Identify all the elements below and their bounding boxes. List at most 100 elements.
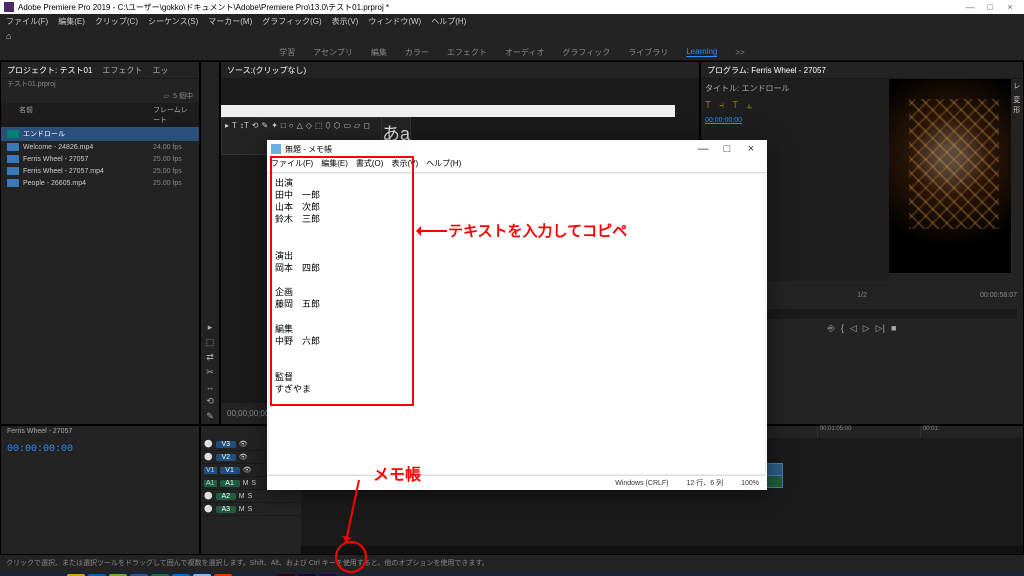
tab-etc[interactable]: エッ — [152, 65, 168, 76]
menu-sequence[interactable]: シーケンス(S) — [148, 16, 198, 27]
fit-label[interactable]: 1/2 — [857, 292, 867, 299]
app-icon — [4, 2, 14, 12]
titler-tool-icon[interactable]: ✎ — [262, 121, 269, 131]
taskbar: ⊞ ⌕ ◧ 📁 e ✉ W X O 📄 P ⌨ ◔ Ai Ae Pr 💬 📷 ⚙… — [0, 571, 1024, 576]
slip-tool-icon[interactable]: ↔ — [206, 382, 215, 392]
titler-tool-icon[interactable]: ⬡ — [334, 121, 341, 131]
tab-effects[interactable]: エフェクト — [102, 65, 142, 76]
play-button[interactable]: ▷ — [863, 323, 870, 334]
ws-learning-jp[interactable]: 学習 — [279, 47, 295, 58]
project-item[interactable]: エンドロール — [1, 127, 199, 141]
ripple-tool-icon[interactable]: ⇄ — [206, 352, 214, 363]
track-select-tool-icon[interactable]: ⬚ — [206, 337, 215, 348]
menu-marker[interactable]: マーカー(M) — [208, 16, 252, 27]
program-monitor[interactable] — [889, 79, 1011, 273]
titler-tool-icon[interactable]: T — [232, 121, 237, 131]
titler-tool-icon[interactable]: ⟲ — [252, 121, 259, 131]
item-count: 5 個中 — [173, 91, 193, 101]
notepad-textarea[interactable]: 出演 田中 一郎 山本 次郎 鈴木 三郎 演出 岡本 四郎 企画 藤岡 五郎 編… — [268, 173, 766, 475]
titler-title: タイトル: エンドロール — [705, 83, 885, 94]
titler-tool-icon[interactable]: ⬯ — [325, 121, 330, 131]
ws-editing[interactable]: 編集 — [371, 47, 387, 58]
titler-tool-icon[interactable]: ◻ — [363, 121, 370, 131]
project-panel: プロジェクト: テスト01 エフェクト エッ テスト01.prproj ▱ 5 … — [1, 62, 199, 424]
titler-tool-icon[interactable]: ▱ — [354, 121, 360, 131]
tab-program[interactable]: プログラム: Ferris Wheel - 27057 — [707, 65, 826, 76]
ws-library[interactable]: ライブラリ — [628, 47, 668, 58]
win-close[interactable]: × — [1000, 2, 1020, 12]
col-name[interactable]: 名前 — [19, 105, 153, 125]
align-icon[interactable]: ⫠ — [746, 100, 752, 111]
project-item[interactable]: Ferris Wheel - 27057.mp425.00 fps — [1, 165, 199, 177]
ws-overflow-icon[interactable]: >> — [735, 48, 744, 57]
timeline-scrollbar[interactable] — [301, 546, 1023, 554]
menu-graphics[interactable]: グラフィック(G) — [262, 16, 321, 27]
step-back-button[interactable]: ◁ — [850, 323, 857, 334]
notepad-titlebar[interactable]: 無題 - メモ帳 — □ × — [267, 140, 767, 158]
razor-tool-icon[interactable]: ✂ — [206, 367, 214, 378]
video-icon — [7, 143, 19, 151]
ws-learning-en[interactable]: Learning — [686, 47, 717, 57]
col-framerate[interactable]: フレームレート — [153, 105, 193, 125]
align-icon[interactable]: T — [732, 100, 738, 111]
project-item[interactable]: Ferris Wheel - 2705725.00 fps — [1, 153, 199, 165]
win-min[interactable]: — — [960, 2, 980, 12]
tools-panel: ▸ ⬚ ⇄ ✂ ↔ ⟲ ✎ T — [201, 62, 219, 424]
notepad-title: 無題 - メモ帳 — [285, 144, 332, 155]
np-menu-edit[interactable]: 編集(E) — [321, 158, 348, 172]
ws-assembly[interactable]: アセンブリ — [313, 47, 353, 58]
annotation-arrow — [417, 230, 447, 232]
project-item[interactable]: People - 26605.mp425.00 fps — [1, 177, 199, 189]
titler-tc[interactable]: 00;00;00;00 — [705, 117, 885, 124]
titler-tool-icon[interactable]: □ — [281, 121, 286, 131]
project-item[interactable]: Welcome - 24826.mp424.00 fps — [1, 141, 199, 153]
notepad-min[interactable]: — — [691, 143, 715, 155]
np-menu-help[interactable]: ヘルプ(H) — [426, 158, 461, 172]
titler-tool-icon[interactable]: ◇ — [306, 121, 312, 131]
ws-graphics[interactable]: グラフィック — [562, 47, 610, 58]
menu-window[interactable]: ウィンドウ(W) — [368, 16, 421, 27]
home-icon[interactable]: ⌂ — [6, 31, 11, 41]
step-fwd-button[interactable]: ▷| — [876, 323, 885, 334]
titler-tool-icon[interactable]: ▭ — [343, 121, 351, 131]
timeline-tab[interactable]: Ferris Wheel - 27057 — [1, 426, 199, 444]
ws-effects[interactable]: エフェクト — [447, 47, 487, 58]
track-header[interactable]: ⚪A2MS — [201, 490, 301, 503]
tab-project[interactable]: プロジェクト: テスト01 — [7, 65, 92, 76]
titler-tool-icon[interactable]: ↕T — [240, 121, 249, 131]
align-icon[interactable]: ⫞ — [719, 100, 724, 111]
np-menu-file[interactable]: ファイル(F) — [271, 158, 313, 172]
menu-file[interactable]: ファイル(F) — [6, 16, 48, 27]
track-header[interactable]: ⚪A3MS — [201, 503, 301, 516]
menu-view[interactable]: 表示(V) — [332, 16, 359, 27]
notepad-max[interactable]: □ — [715, 143, 739, 155]
hand-tool-icon[interactable]: ✎ — [206, 411, 214, 422]
selection-tool-icon[interactable]: ▸ — [208, 322, 213, 333]
menu-help[interactable]: ヘルプ(H) — [431, 16, 466, 27]
notepad-window[interactable]: 無題 - メモ帳 — □ × ファイル(F) 編集(E) 書式(O) 表示(V)… — [267, 140, 767, 490]
np-encoding: Windows (CRLF) — [615, 480, 668, 487]
stop-button[interactable]: ■ — [891, 323, 896, 334]
titler-tool-icon[interactable]: ⬚ — [315, 121, 323, 131]
titler-tool-icon[interactable]: ✦ — [271, 121, 278, 131]
notepad-close[interactable]: × — [739, 143, 763, 155]
win-max[interactable]: □ — [980, 2, 1000, 12]
menu-clip[interactable]: クリップ(C) — [95, 16, 138, 27]
mark-in-button[interactable]: ⎆ — [828, 323, 835, 334]
tab-source[interactable]: ソース:(クリップなし) — [227, 65, 306, 76]
notepad-menubar: ファイル(F) 編集(E) 書式(O) 表示(V) ヘルプ(H) — [267, 158, 767, 173]
menu-edit[interactable]: 編集(E) — [58, 16, 85, 27]
video-icon — [7, 155, 19, 163]
bin-filter-icon[interactable]: ▱ — [164, 92, 169, 100]
align-icon[interactable]: T — [705, 100, 711, 111]
timeline-timecode[interactable]: 00:00:00:00 — [7, 444, 73, 455]
titler-tool-icon[interactable]: ▸ — [225, 121, 229, 131]
mark-out-button[interactable]: { — [841, 323, 844, 334]
titler-tool-icon[interactable]: △ — [297, 121, 303, 131]
titler-tool-icon[interactable]: ○ — [289, 121, 294, 131]
ws-audio[interactable]: オーディオ — [505, 47, 544, 58]
ws-color[interactable]: カラー — [405, 47, 429, 58]
pen-tool-icon[interactable]: ⟲ — [206, 396, 214, 407]
np-menu-format[interactable]: 書式(O) — [356, 158, 384, 172]
np-menu-view[interactable]: 表示(V) — [391, 158, 418, 172]
